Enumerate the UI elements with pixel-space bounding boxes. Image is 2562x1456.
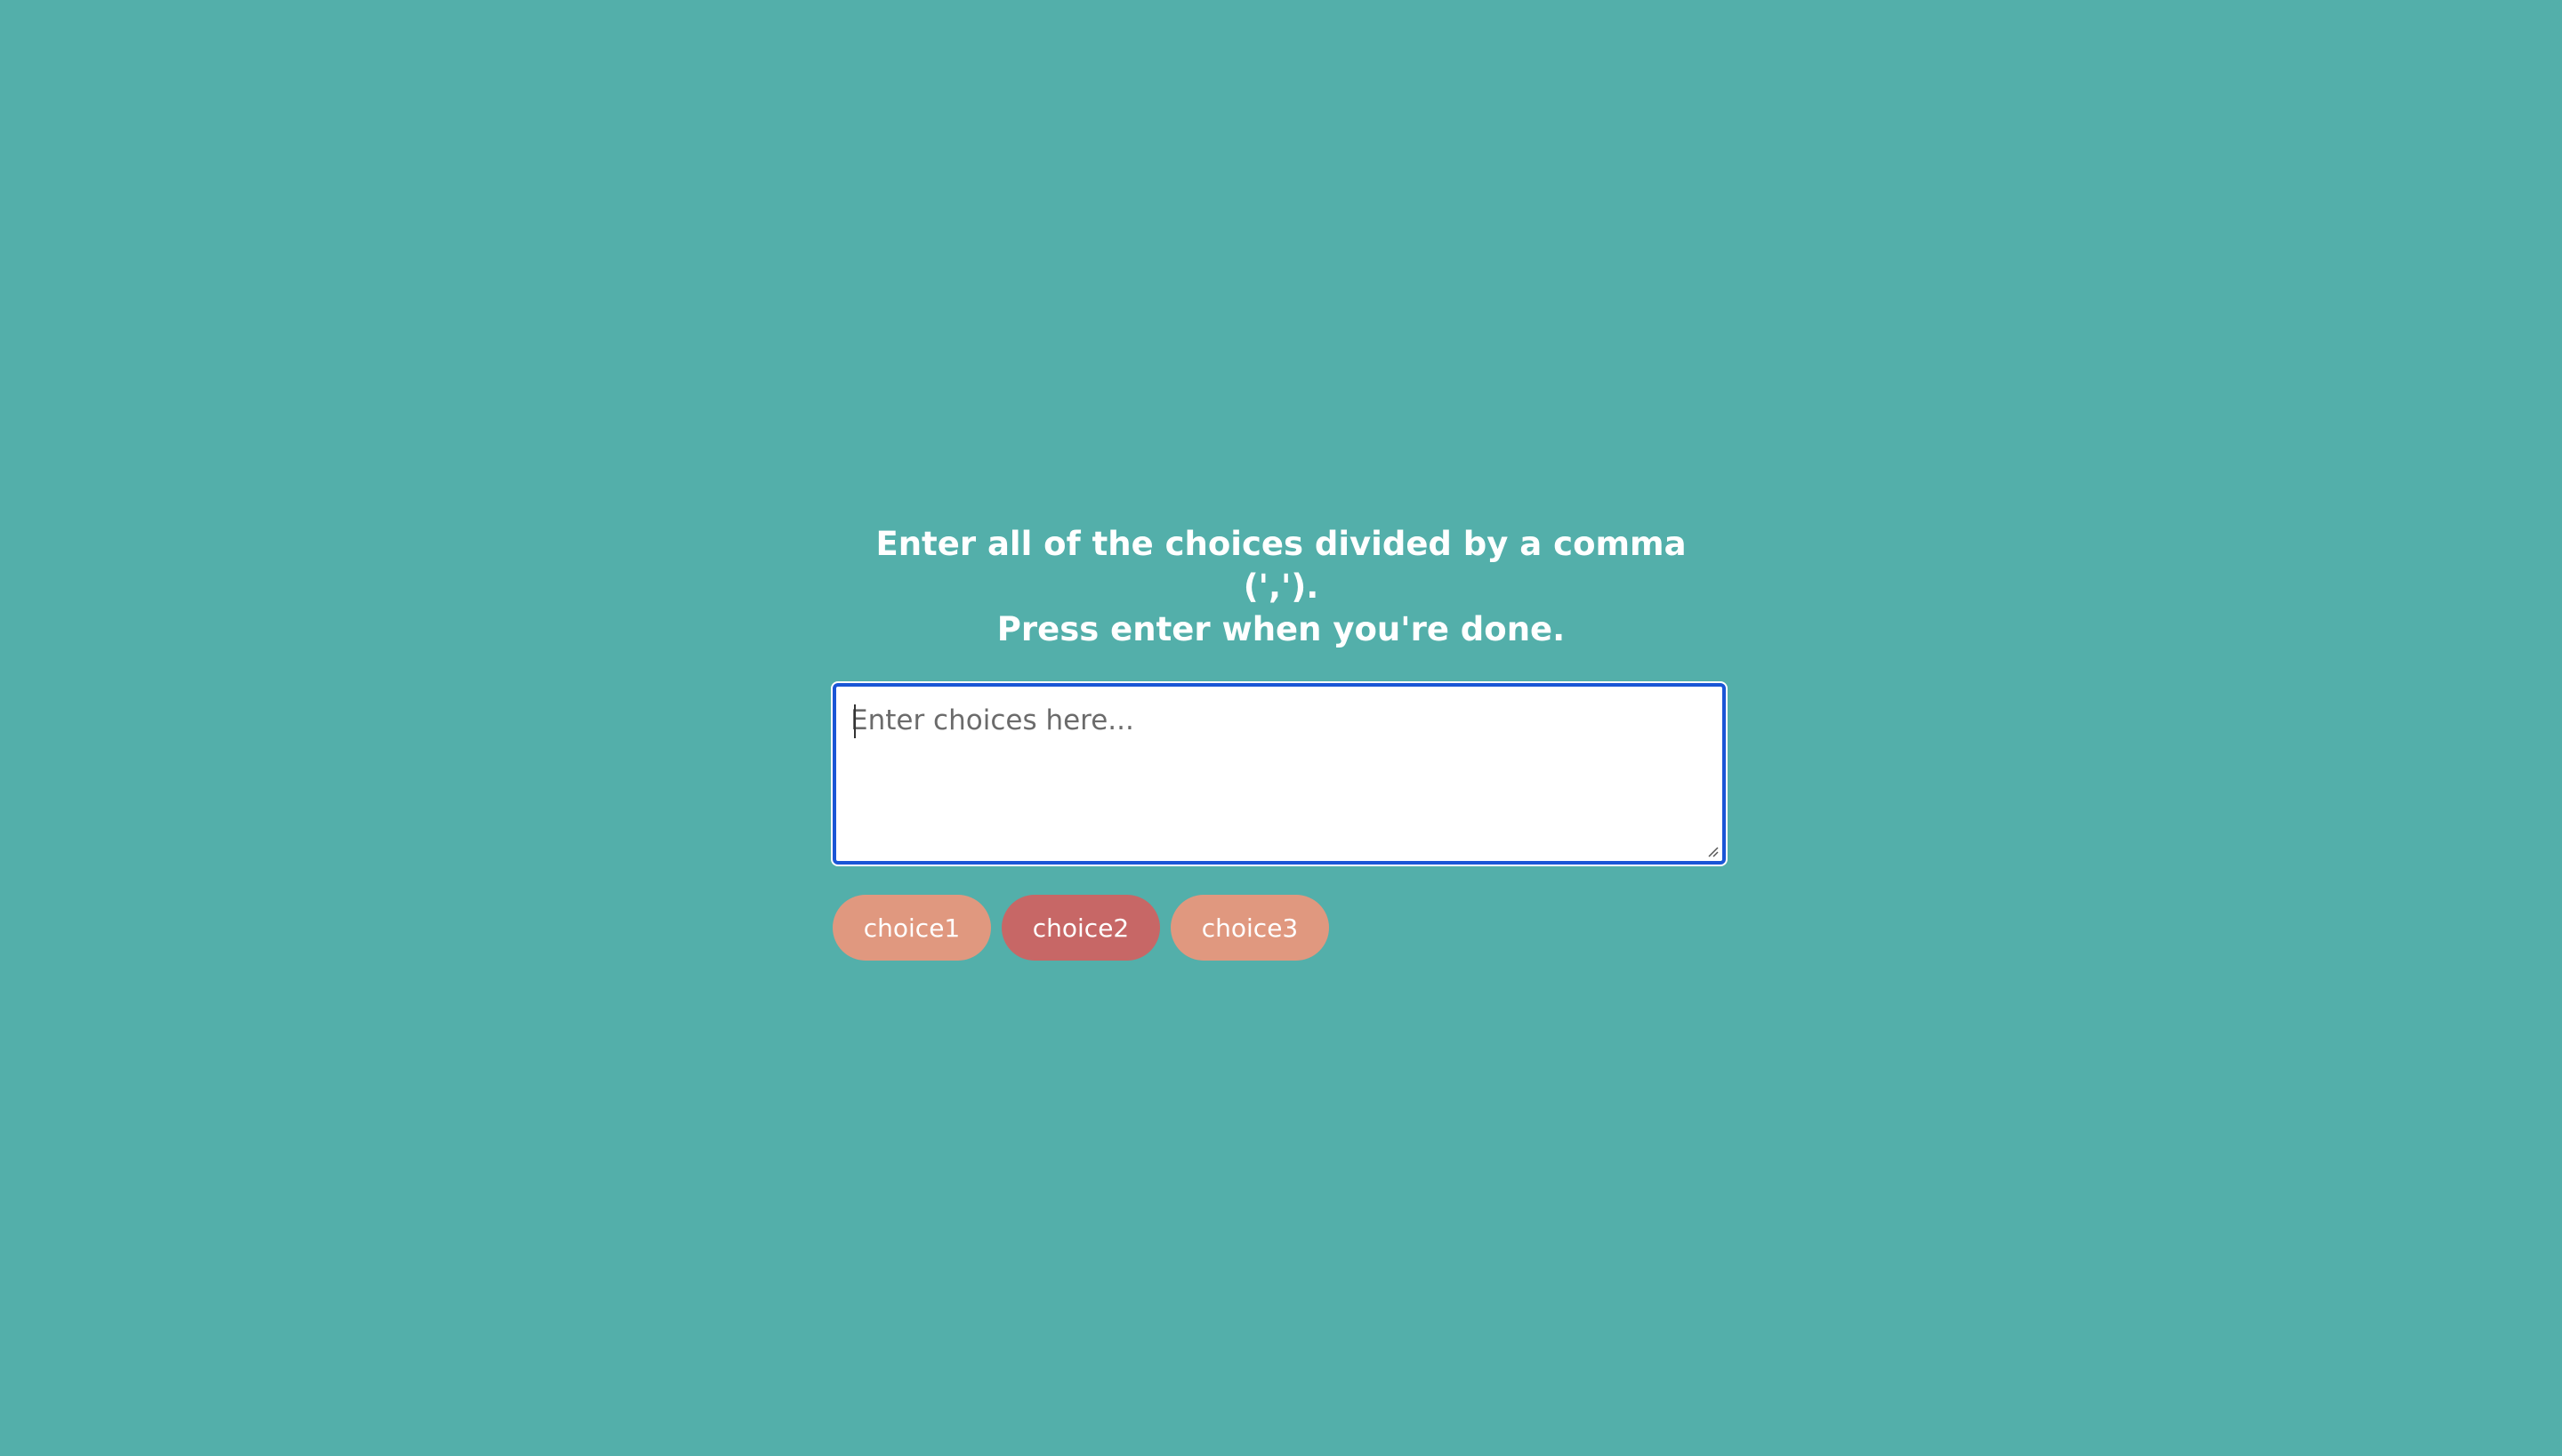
text-caret [854,704,856,738]
choice-list: choice1 choice2 choice3 [833,895,1729,961]
instructions: Enter all of the choices divided by a co… [833,523,1729,651]
choice-entry-panel: Enter all of the choices divided by a co… [833,523,1729,961]
choices-input-wrapper [833,683,1726,865]
choice-button[interactable]: choice1 [833,895,991,961]
choice-button[interactable]: choice3 [1171,895,1329,961]
instructions-line-2: Press enter when you're done. [996,610,1566,648]
instructions-line-1: Enter all of the choices divided by a co… [875,525,1687,606]
choices-input[interactable] [836,687,1722,861]
resize-handle-icon[interactable] [1704,843,1719,857]
choice-button[interactable]: choice2 [1002,895,1160,961]
